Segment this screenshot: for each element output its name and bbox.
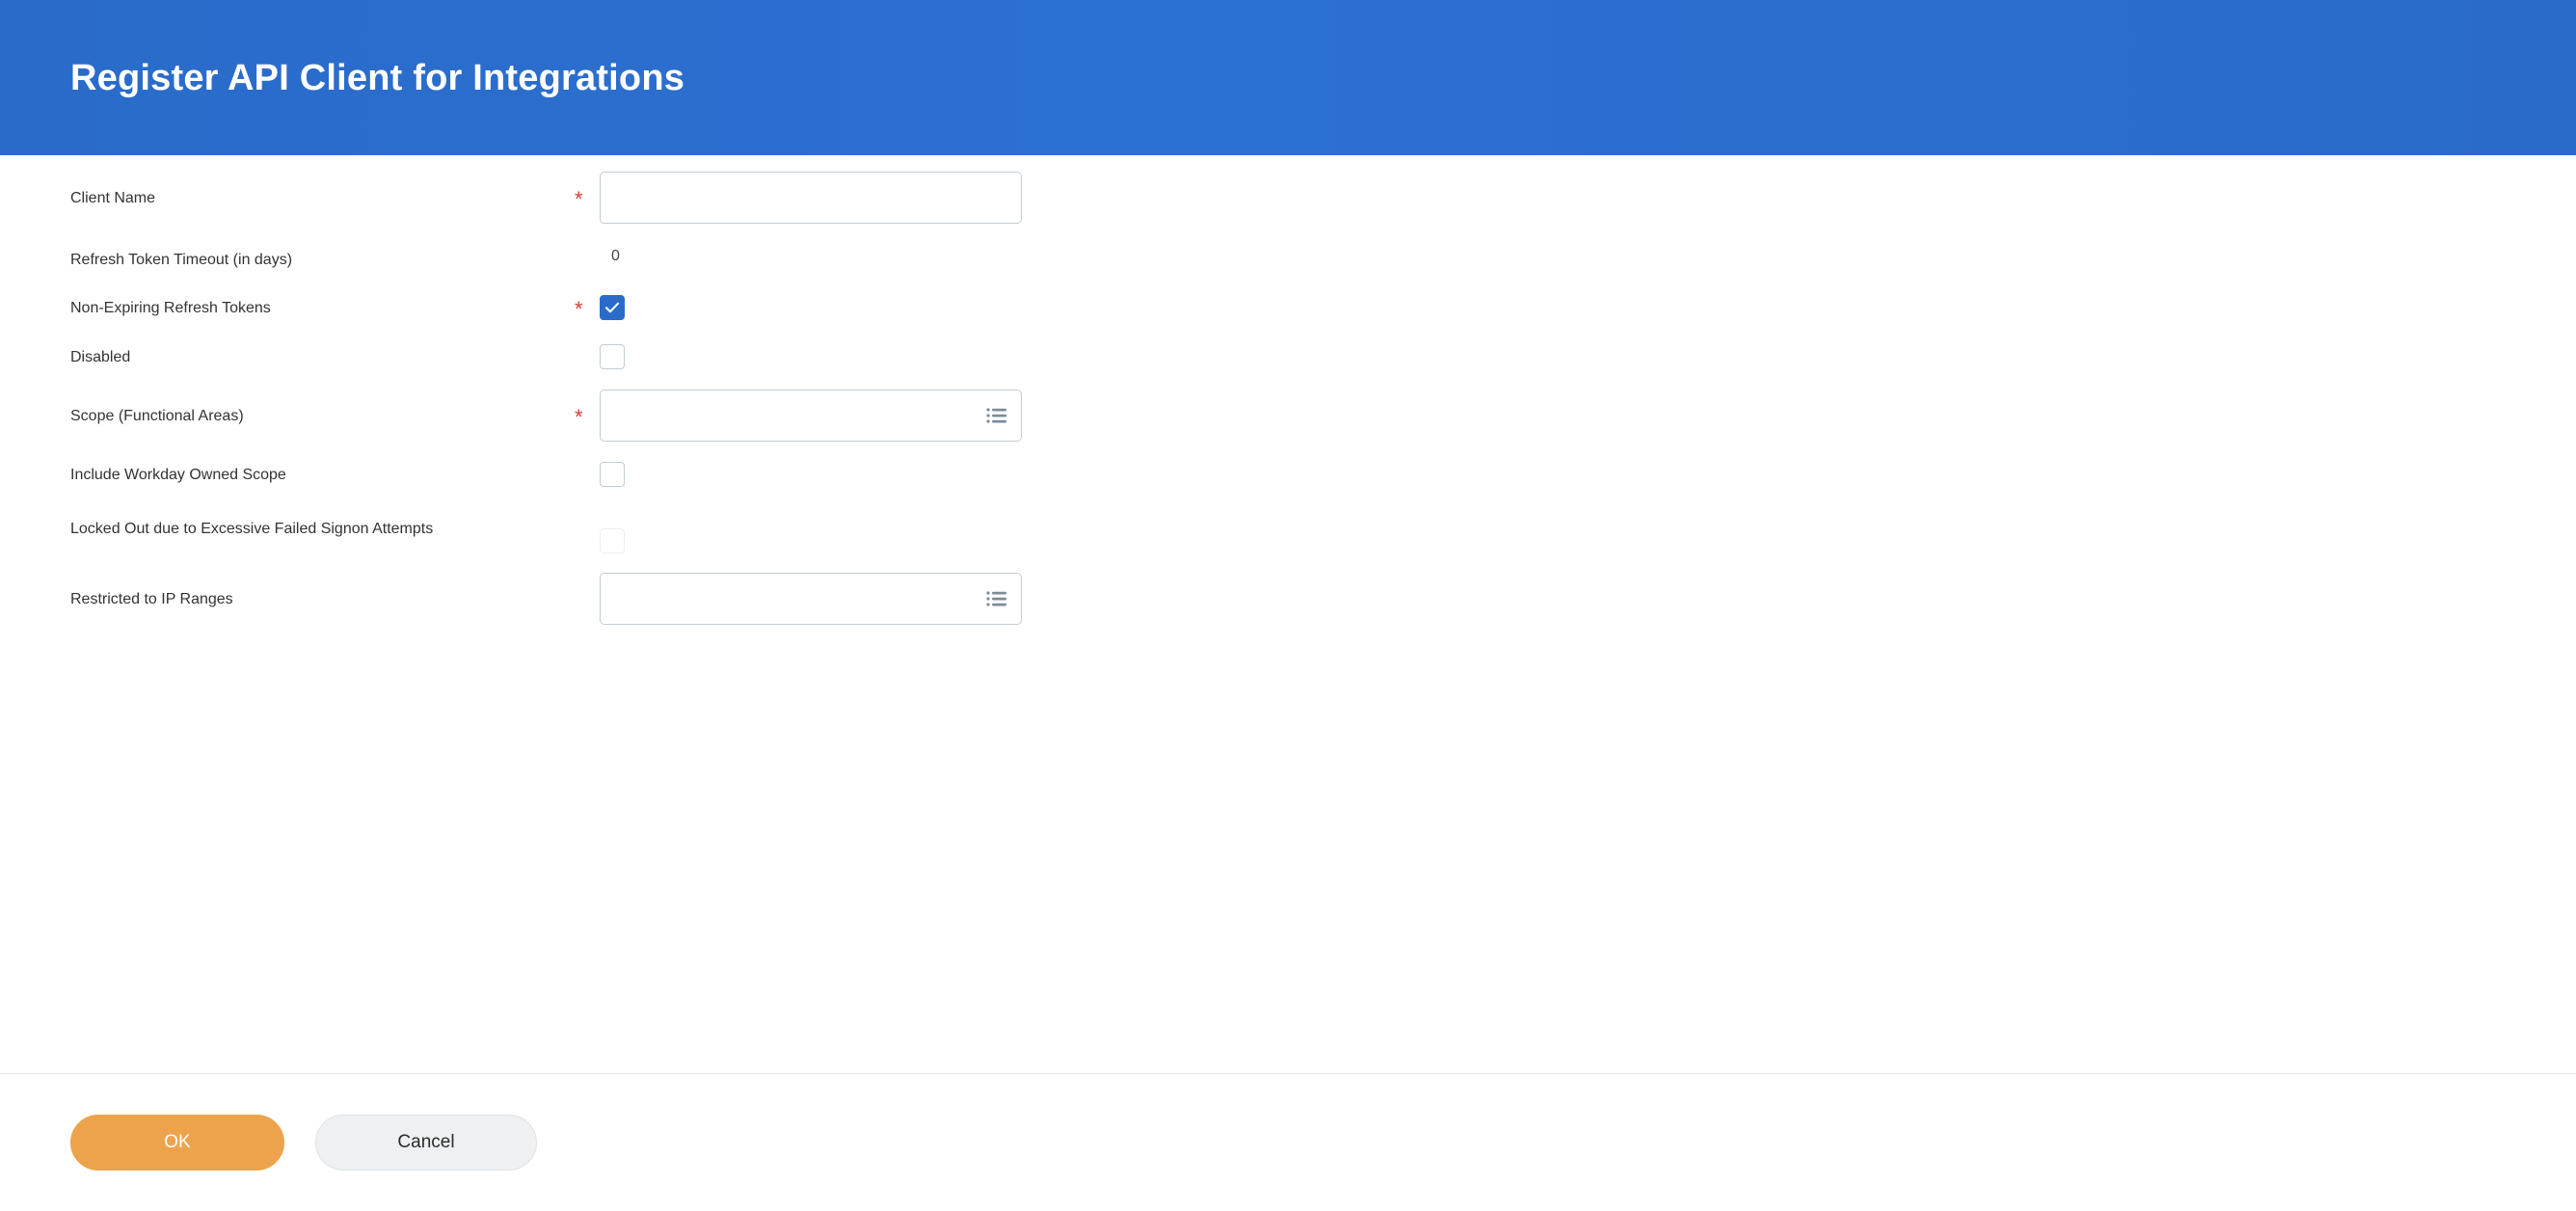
form-body: Client Name * Refresh Token Timeout (in … [0, 155, 2576, 1073]
footer-action-bar: OK Cancel [0, 1073, 2576, 1211]
label-locked-out: Locked Out due to Excessive Failed Signo… [70, 521, 434, 537]
required-marker-non-expiring-refresh-tokens: * [575, 297, 583, 321]
form-row-client-name: Client Name * [0, 172, 2576, 224]
form-row-restricted-ip-ranges: Restricted to IP Ranges * [0, 573, 2576, 625]
check-icon [604, 302, 620, 313]
client-name-input[interactable] [600, 172, 1022, 224]
ok-button[interactable]: OK [70, 1115, 284, 1171]
include-workday-owned-scope-checkbox[interactable] [600, 462, 625, 487]
list-prompt-icon[interactable] [986, 407, 1007, 424]
page-title: Register API Client for Integrations [70, 57, 685, 98]
label-include-workday-owned-scope: Include Workday Owned Scope [70, 467, 286, 483]
form-row-locked-out: Locked Out due to Excessive Failed Signo… [0, 516, 2576, 553]
control-locked-out [600, 516, 2576, 553]
scope-input[interactable] [600, 390, 1022, 442]
required-marker-spacer-1: * [575, 247, 598, 264]
refresh-token-timeout-value: 0 [611, 248, 620, 264]
label-non-expiring-refresh-tokens: Non-Expiring Refresh Tokens [70, 300, 271, 316]
control-include-workday-owned-scope [600, 462, 2576, 487]
list-prompt-icon[interactable] [986, 590, 1007, 607]
register-api-client-page: Register API Client for Integrations Cli… [0, 0, 2576, 1211]
required-marker-spacer-2: * [575, 344, 598, 362]
scope-prompt-wrap [600, 390, 1022, 442]
label-client-name: Client Name [70, 190, 156, 206]
restricted-ip-ranges-input[interactable] [600, 573, 1022, 625]
label-refresh-token-timeout: Refresh Token Timeout (in days) [70, 252, 293, 268]
required-marker-spacer-3: * [575, 462, 598, 479]
required-marker-spacer-5: * [575, 573, 598, 590]
restricted-ip-ranges-prompt-wrap [600, 573, 1022, 625]
control-scope [600, 390, 2576, 442]
disabled-checkbox[interactable] [600, 344, 625, 369]
required-marker-scope: * [575, 405, 583, 429]
form-row-scope: Scope (Functional Areas) * [0, 390, 2576, 442]
label-disabled: Disabled [70, 349, 131, 365]
control-client-name [600, 172, 2576, 224]
control-restricted-ip-ranges [600, 573, 2576, 625]
form-row-non-expiring-refresh-tokens: Non-Expiring Refresh Tokens * [0, 295, 2576, 320]
page-header: Register API Client for Integrations [0, 0, 2576, 155]
required-marker-spacer-4: * [575, 516, 598, 533]
control-non-expiring-refresh-tokens [600, 295, 2576, 320]
non-expiring-refresh-tokens-checkbox[interactable] [600, 295, 625, 320]
required-marker-client-name: * [575, 187, 583, 211]
label-restricted-ip-ranges: Restricted to IP Ranges [70, 591, 233, 607]
control-refresh-token-timeout: 0 [600, 247, 2576, 266]
form-row-refresh-token-timeout: Refresh Token Timeout (in days) * 0 [0, 247, 2576, 270]
control-disabled [600, 344, 2576, 369]
locked-out-checkbox [600, 528, 625, 553]
label-scope: Scope (Functional Areas) [70, 408, 244, 424]
form-row-disabled: Disabled * [0, 344, 2576, 369]
cancel-button[interactable]: Cancel [315, 1115, 537, 1171]
form-row-include-workday-owned-scope: Include Workday Owned Scope * [0, 462, 2576, 487]
